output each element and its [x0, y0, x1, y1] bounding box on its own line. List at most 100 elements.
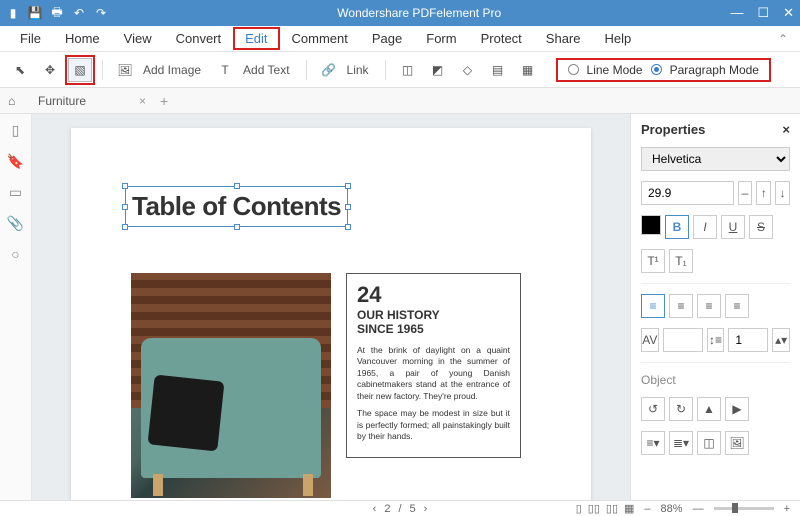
resize-handle[interactable] [122, 204, 128, 210]
content-image[interactable] [131, 273, 331, 498]
paragraph-mode-radio[interactable] [651, 64, 662, 75]
bookmarks-icon[interactable]: 🔖 [7, 153, 24, 170]
align-right-button[interactable]: ≡ [697, 294, 721, 318]
add-text-button[interactable]: Add Text [243, 63, 289, 77]
prev-page-icon[interactable]: ‹ [373, 503, 377, 515]
distribute-icon[interactable]: ≣▾ [669, 431, 693, 455]
maximize-icon[interactable]: ☐ [757, 5, 769, 21]
crop-icon[interactable]: ◫ [396, 58, 420, 82]
tab-close-icon[interactable]: × [139, 94, 146, 108]
rotate-ccw-icon[interactable]: ↺ [641, 397, 665, 421]
grow-font-icon[interactable]: ↑ [756, 181, 771, 205]
subscript-button[interactable]: T₁ [669, 249, 693, 273]
bold-button[interactable]: B [665, 215, 689, 239]
font-color-swatch[interactable] [641, 215, 661, 235]
header-footer-icon[interactable]: ▤ [486, 58, 510, 82]
resize-handle[interactable] [345, 183, 351, 189]
resize-handle[interactable] [122, 183, 128, 189]
watermark-icon[interactable]: ◩ [426, 58, 450, 82]
panel-close-icon[interactable]: × [782, 122, 790, 137]
letterspacing-input[interactable] [663, 328, 703, 352]
strike-button[interactable]: S [749, 215, 773, 239]
close-icon[interactable]: ✕ [783, 5, 794, 21]
page-current[interactable]: 2 [384, 503, 390, 515]
undo-icon[interactable]: ↶ [72, 6, 86, 20]
menu-convert[interactable]: Convert [164, 27, 234, 50]
align-left-button[interactable]: ≡ [641, 294, 665, 318]
attachments-icon[interactable]: 📎 [7, 215, 24, 232]
add-image-button[interactable]: Add Image [143, 63, 201, 77]
document-tab[interactable]: Furniture × [32, 91, 152, 111]
italic-button[interactable]: I [693, 215, 717, 239]
home-tab-icon[interactable]: ⌂ [8, 94, 24, 108]
zoom-slider[interactable] [714, 507, 774, 510]
zoom-in-icon[interactable]: — [693, 503, 704, 515]
font-select[interactable]: Helvetica [641, 147, 790, 171]
hand-tool-icon[interactable]: ✥ [38, 58, 62, 82]
search-panel-icon[interactable]: ○ [11, 246, 19, 262]
menu-protect[interactable]: Protect [469, 27, 534, 50]
size-down-icon[interactable]: – [738, 181, 753, 205]
resize-handle[interactable] [234, 183, 240, 189]
link-icon[interactable]: 🔗 [317, 58, 341, 82]
view-two-icon[interactable]: ▯▯ [606, 502, 618, 515]
thumbnails-icon[interactable]: ▯ [12, 122, 20, 139]
select-tool-icon[interactable]: ⬉ [8, 58, 32, 82]
toc-heading[interactable]: Table of Contents [132, 191, 341, 221]
underline-button[interactable]: U [721, 215, 745, 239]
print-icon[interactable]: 🖶 [50, 6, 64, 20]
menu-comment[interactable]: Comment [280, 27, 360, 50]
edit-tool-icon[interactable]: ▧ [68, 58, 92, 82]
comments-icon[interactable]: ▭ [9, 184, 22, 201]
align-justify-button[interactable]: ≡ [725, 294, 749, 318]
line-mode-radio[interactable] [568, 64, 579, 75]
collapse-ribbon-icon[interactable]: ⌃ [778, 32, 788, 46]
zoom-value[interactable]: 88% [661, 503, 683, 515]
crop-object-icon[interactable]: ◫ [697, 431, 721, 455]
next-page-icon[interactable]: › [424, 503, 428, 515]
lineheight-input[interactable] [728, 328, 768, 352]
rotate-cw-icon[interactable]: ↻ [669, 397, 693, 421]
menu-view[interactable]: View [112, 27, 164, 50]
superscript-button[interactable]: T¹ [641, 249, 665, 273]
add-text-icon[interactable]: T [213, 58, 237, 82]
view-continuous-icon[interactable]: ▯▯ [588, 502, 600, 515]
align-center-button[interactable]: ≡ [669, 294, 693, 318]
zoom-plus-icon[interactable]: + [784, 503, 790, 515]
flip-vertical-icon[interactable]: ▲ [697, 397, 721, 421]
resize-handle[interactable] [345, 204, 351, 210]
menu-page[interactable]: Page [360, 27, 414, 50]
view-grid-icon[interactable]: ▦ [624, 502, 634, 515]
bates-icon[interactable]: ▦ [516, 58, 540, 82]
menu-share[interactable]: Share [534, 27, 593, 50]
resize-handle[interactable] [122, 224, 128, 230]
resize-handle[interactable] [234, 224, 240, 230]
tab-label: Furniture [38, 94, 86, 108]
font-size-input[interactable] [641, 181, 734, 205]
selected-text-frame[interactable]: Table of Contents [125, 186, 348, 227]
redo-icon[interactable]: ↷ [94, 6, 108, 20]
shrink-font-icon[interactable]: ↓ [775, 181, 790, 205]
line-mode-label[interactable]: Line Mode [587, 63, 643, 77]
link-button[interactable]: Link [347, 63, 369, 77]
background-icon[interactable]: ◇ [456, 58, 480, 82]
save-icon[interactable]: 💾 [28, 6, 42, 20]
replace-image-icon[interactable]: 🖼 [725, 431, 749, 455]
add-image-icon[interactable]: 🖼 [113, 58, 137, 82]
menu-file[interactable]: File [8, 27, 53, 50]
menu-edit[interactable]: Edit [233, 27, 279, 50]
menu-form[interactable]: Form [414, 27, 468, 50]
align-objects-left-icon[interactable]: ≡▾ [641, 431, 665, 455]
minimize-icon[interactable]: ― [730, 5, 743, 21]
menu-home[interactable]: Home [53, 27, 112, 50]
resize-handle[interactable] [345, 224, 351, 230]
view-single-icon[interactable]: ▯ [576, 502, 582, 515]
paragraph-mode-label[interactable]: Paragraph Mode [670, 63, 759, 77]
zoom-out-icon[interactable]: – [644, 503, 650, 515]
stepper-icon[interactable]: ▴▾ [772, 328, 790, 352]
content-text-block[interactable]: 24 OUR HISTORYSINCE 1965 At the brink of… [346, 273, 521, 458]
page-canvas[interactable]: Table of Contents 24 OUR HISTORYSINCE 19… [32, 114, 630, 500]
new-tab-icon[interactable]: + [160, 93, 168, 109]
flip-horizontal-icon[interactable]: ▶ [725, 397, 749, 421]
menu-help[interactable]: Help [593, 27, 644, 50]
